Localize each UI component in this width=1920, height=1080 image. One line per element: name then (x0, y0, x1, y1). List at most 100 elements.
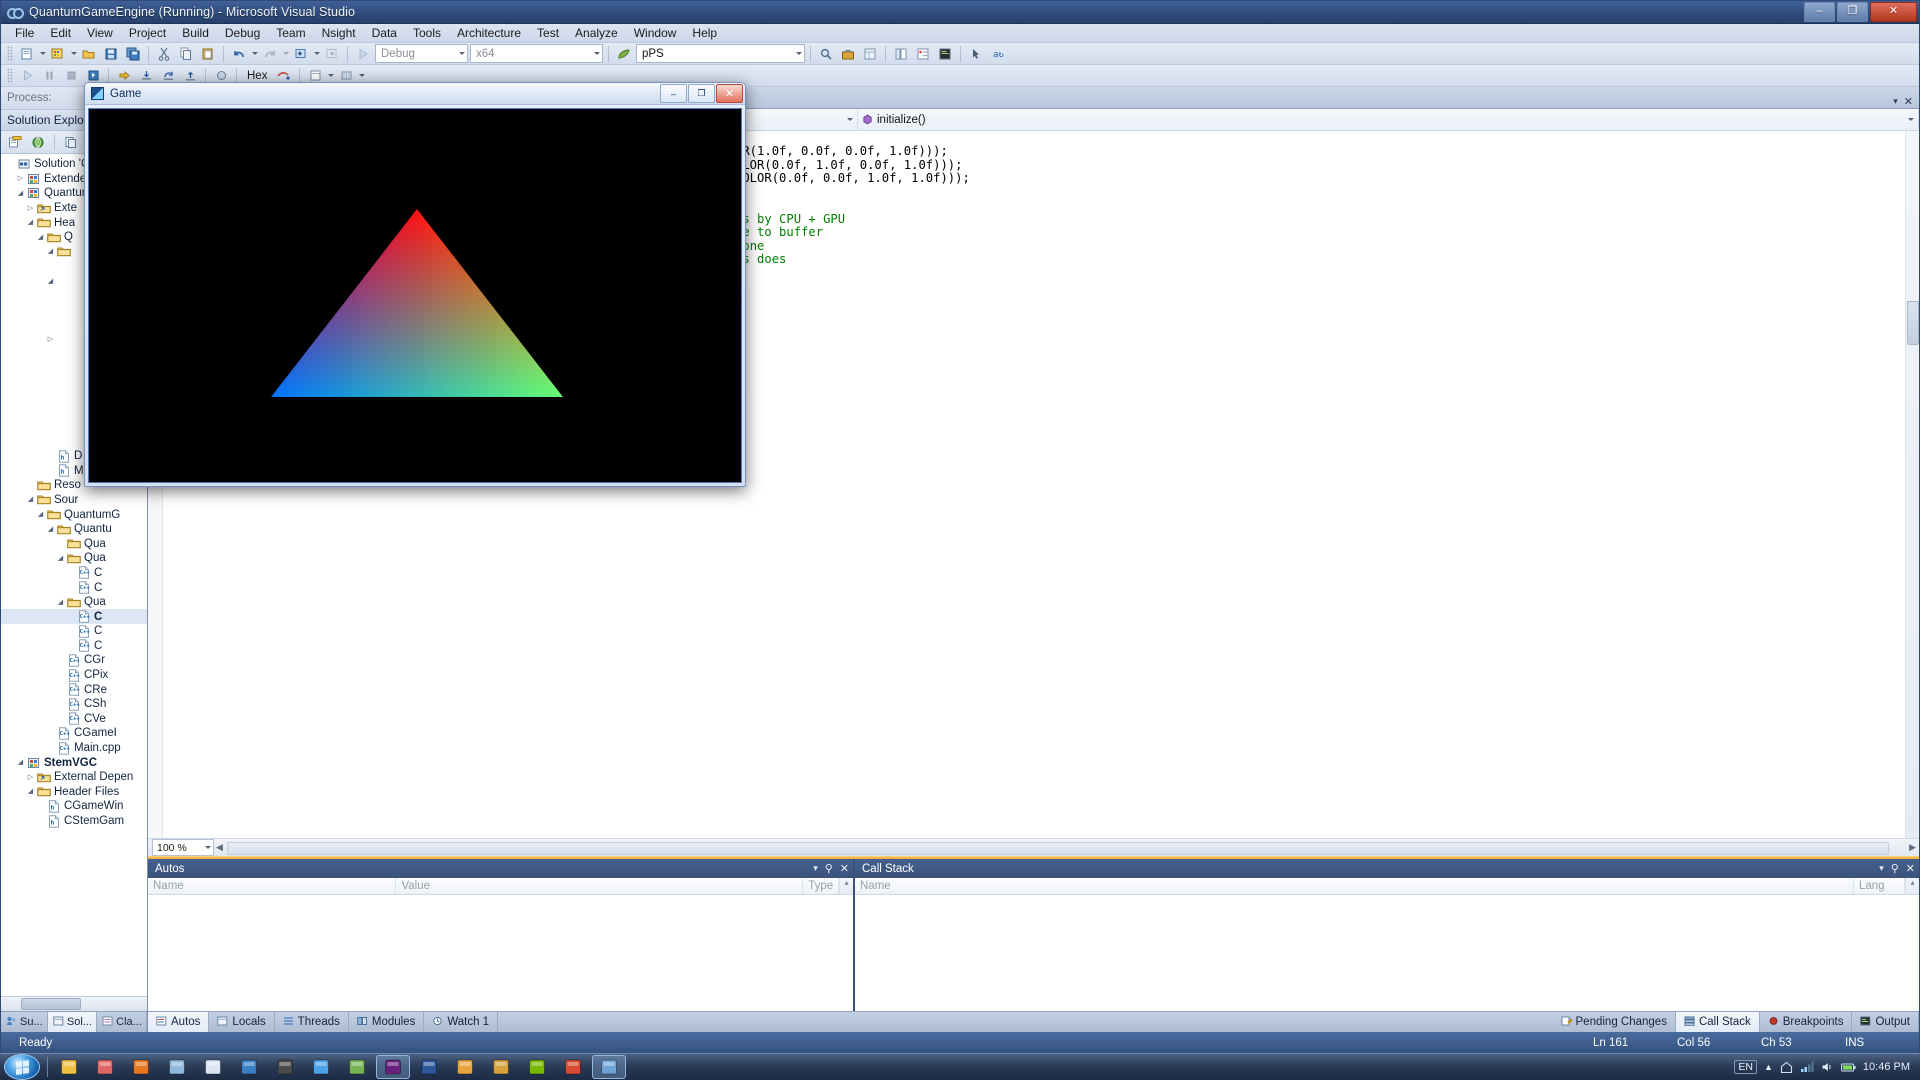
hex-display-label[interactable]: Hex (242, 70, 272, 82)
editor-hscroll-thumb[interactable] (227, 842, 1889, 855)
output-window-icon[interactable] (935, 44, 955, 63)
editor-vertical-scrollbar[interactable] (1905, 131, 1919, 838)
tree-expander-icon[interactable]: ▷ (25, 205, 36, 212)
properties-icon[interactable] (5, 133, 25, 152)
solution-tree-item[interactable]: ◢Header Files (1, 785, 147, 800)
volume-icon[interactable] (1821, 1061, 1834, 1073)
continue-icon[interactable] (17, 66, 37, 85)
minimize-button[interactable]: – (1804, 2, 1835, 22)
editor-vscroll-thumb[interactable] (1907, 301, 1919, 345)
editor-horizontal-scrollbar[interactable]: 100 % ◀ ▶ (148, 838, 1919, 856)
game-render-surface[interactable] (88, 108, 742, 483)
tree-expander-icon[interactable]: ◢ (45, 526, 56, 533)
tray-clock[interactable]: 10:46 PM (1863, 1062, 1914, 1073)
start-button[interactable] (4, 1054, 40, 1080)
solution-tree-hscrollbar[interactable] (1, 996, 147, 1011)
save-all-icon[interactable] (123, 44, 143, 63)
error-list-icon[interactable] (913, 44, 933, 63)
redo-icon[interactable] (260, 44, 280, 63)
debug-toolbar-grip[interactable] (7, 68, 13, 83)
media-player-icon[interactable] (88, 1055, 122, 1079)
solution-tree-item[interactable]: ◢Quantu (1, 522, 147, 537)
show-hidden-icon[interactable]: ▲ (1764, 1062, 1773, 1072)
menu-window[interactable]: Window (626, 25, 685, 41)
toolbar-grip[interactable] (7, 46, 13, 61)
navigate-backward-icon[interactable] (291, 44, 311, 63)
navigate-dropdown-icon[interactable] (314, 52, 320, 55)
open-file-icon[interactable] (79, 44, 99, 63)
menu-file[interactable]: File (7, 25, 42, 41)
tree-expander-icon[interactable]: ◢ (45, 278, 56, 285)
tree-expander-icon[interactable]: ◢ (15, 759, 26, 766)
menu-data[interactable]: Data (364, 25, 405, 41)
callstack-rows[interactable] (855, 895, 1919, 1011)
zoom-chevron-down-icon[interactable] (205, 846, 211, 849)
solution-tree-item[interactable]: ◢Qua (1, 551, 147, 566)
shader-chevron-down-icon[interactable] (796, 52, 802, 55)
tree-expander-icon[interactable]: ◢ (25, 788, 36, 795)
toolbox-icon[interactable] (838, 44, 858, 63)
tree-expander-icon[interactable]: ◢ (45, 248, 56, 255)
tree-expander-icon[interactable]: ▷ (45, 336, 56, 343)
solution-tree-item[interactable]: ◢StemVGC (1, 755, 147, 770)
save-icon[interactable] (101, 44, 121, 63)
tree-expander-icon[interactable]: ◢ (55, 599, 66, 606)
menu-help[interactable]: Help (684, 25, 725, 41)
solution-tree-item[interactable]: C++C (1, 609, 147, 624)
solution-tree-item[interactable]: ◢Sour (1, 493, 147, 508)
bottom-tab[interactable]: Modules (349, 1012, 424, 1032)
menu-build[interactable]: Build (174, 25, 217, 41)
app-dark-icon[interactable] (268, 1055, 302, 1079)
autos-rows[interactable] (148, 895, 853, 1011)
left-dock-tabs[interactable]: Su...Sol...Cla... (1, 1011, 147, 1032)
cursor-position-icon[interactable] (966, 44, 986, 63)
close-icon[interactable]: ✕ (1906, 862, 1915, 875)
add-watch-icon[interactable]: a↻ (988, 44, 1008, 63)
stop-debugging-icon[interactable] (61, 66, 81, 85)
battery-icon[interactable] (1841, 1062, 1856, 1073)
paste-icon[interactable] (198, 44, 218, 63)
tab-list-chevron-down-icon[interactable]: ▾ (1893, 96, 1898, 107)
solution-tree-item[interactable]: Qua (1, 536, 147, 551)
app-green-icon[interactable] (340, 1055, 374, 1079)
solution-tree-item[interactable]: ◢QuantumG (1, 507, 147, 522)
close-button[interactable]: ✕ (1870, 2, 1917, 22)
tree-expander-icon[interactable]: ◢ (25, 496, 36, 503)
undo-dropdown-icon[interactable] (252, 52, 258, 55)
tree-expander-icon[interactable]: ▷ (15, 175, 26, 182)
menu-debug[interactable]: Debug (217, 25, 268, 41)
game-maximize-button[interactable]: ❐ (688, 84, 715, 103)
tree-expander-icon[interactable]: ◢ (35, 511, 46, 518)
show-all-files-icon[interactable] (28, 133, 48, 152)
game-window-icon[interactable] (592, 1055, 626, 1079)
firefox-icon[interactable] (124, 1055, 158, 1079)
menu-architecture[interactable]: Architecture (449, 25, 529, 41)
chevron-down-icon[interactable]: ▾ (1879, 863, 1884, 874)
chevron-down-icon[interactable]: ▾ (813, 863, 818, 874)
add-item-dropdown-icon[interactable] (71, 52, 77, 55)
member-navigation-combo[interactable]: initialize() (858, 110, 1919, 129)
network-icon[interactable] (1800, 1061, 1814, 1073)
menu-view[interactable]: View (79, 25, 121, 41)
platform-chevron-down-icon[interactable] (594, 52, 600, 55)
pin-icon[interactable]: ⚲ (825, 862, 833, 875)
solution-tree-item[interactable]: C++CPix (1, 668, 147, 683)
solution-tree-item[interactable]: C++C (1, 639, 147, 654)
app-r-icon[interactable] (160, 1055, 194, 1079)
solution-tree-item[interactable]: C++CVe (1, 712, 147, 727)
properties-window-icon[interactable] (860, 44, 880, 63)
solution-tree-item[interactable]: hCStemGam (1, 814, 147, 829)
menu-edit[interactable]: Edit (42, 25, 79, 41)
tree-expander-icon[interactable]: ◢ (25, 219, 36, 226)
hscroll-thumb[interactable] (21, 998, 81, 1010)
menu-team[interactable]: Team (268, 25, 313, 41)
solution-tree-item[interactable]: C++C (1, 580, 147, 595)
nsight-icon[interactable] (614, 44, 634, 63)
game-window[interactable]: Game – ❐ ✕ (84, 82, 746, 487)
tree-expander-icon[interactable]: ◢ (55, 555, 66, 562)
notepad-icon[interactable] (196, 1055, 230, 1079)
tray-language-indicator[interactable]: EN (1734, 1060, 1757, 1074)
taskbar-buttons[interactable] (51, 1055, 627, 1079)
dock-tab[interactable]: Sol... (48, 1012, 97, 1032)
member-nav-chevron-down-icon[interactable] (1908, 118, 1914, 121)
